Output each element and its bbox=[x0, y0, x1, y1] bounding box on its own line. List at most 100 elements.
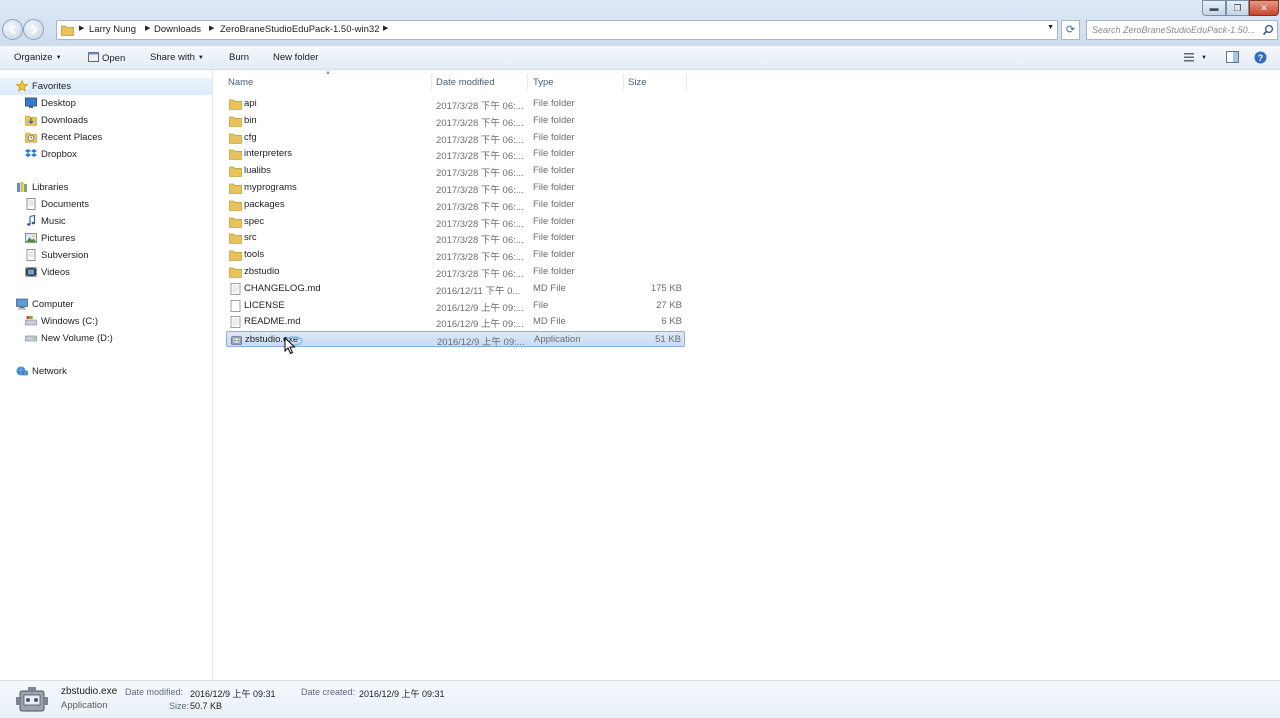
breadcrumb-separator-icon[interactable]: ▶ bbox=[383, 24, 388, 32]
share-with-button[interactable]: Share with ▼ bbox=[150, 52, 204, 63]
file-row[interactable]: bin 2017/3/28 下午 06:... File folder bbox=[226, 113, 685, 129]
search-icon[interactable] bbox=[1262, 24, 1274, 36]
nav-item-downloads[interactable]: Downloads bbox=[0, 112, 212, 129]
details-date-modified-label: Date modified: bbox=[125, 687, 184, 697]
file-row[interactable]: zbstudio 2017/3/28 下午 06:... File folder bbox=[226, 264, 685, 280]
file-name: packages bbox=[244, 198, 285, 210]
nav-item-subversion[interactable]: Subversion bbox=[0, 247, 212, 264]
help-icon[interactable]: ? bbox=[1254, 51, 1267, 64]
breadcrumb-separator-icon[interactable]: ▶ bbox=[79, 24, 84, 32]
file-row[interactable]: myprograms 2017/3/28 下午 06:... File folder bbox=[226, 180, 685, 196]
file-row[interactable]: packages 2017/3/28 下午 06:... File folder bbox=[226, 197, 685, 213]
nav-item-label: Music bbox=[41, 216, 66, 227]
file-date-modified: 2017/3/28 下午 06:... bbox=[436, 218, 524, 230]
column-header-type[interactable]: Type bbox=[533, 77, 554, 88]
nav-item-music[interactable]: Music bbox=[0, 213, 212, 230]
nav-item-drive-d[interactable]: New Volume (D:) bbox=[0, 330, 212, 347]
file-row[interactable]: spec 2017/3/28 下午 06:... File folder bbox=[226, 214, 685, 230]
organize-button[interactable]: Organize ▼ bbox=[14, 52, 62, 63]
file-date-modified: 2016/12/9 上午 09:... bbox=[436, 302, 524, 314]
nav-buttons bbox=[2, 19, 46, 41]
search-input[interactable]: Search ZeroBraneStudioEduPack-1.50... bbox=[1092, 25, 1258, 35]
file-date-modified: 2017/3/28 下午 06:... bbox=[436, 101, 524, 112]
breadcrumb-separator-icon[interactable]: ▶ bbox=[145, 24, 150, 32]
application-icon bbox=[88, 52, 99, 62]
address-bar: ▶ Larry Nung ▶ Downloads ▶ ZeroBraneStud… bbox=[0, 0, 1280, 46]
back-button[interactable] bbox=[2, 19, 23, 40]
breadcrumb[interactable]: ▶ Larry Nung ▶ Downloads ▶ ZeroBraneStud… bbox=[56, 20, 1058, 40]
nav-network[interactable]: Network bbox=[0, 363, 212, 380]
file-type: File folder bbox=[533, 198, 575, 210]
file-row[interactable]: api 2017/3/28 下午 06:... File folder bbox=[226, 96, 685, 112]
file-row[interactable]: cfg 2017/3/28 下午 06:... File folder bbox=[226, 130, 685, 146]
open-button[interactable]: Open bbox=[88, 52, 125, 64]
nav-item-label: Recent Places bbox=[41, 132, 103, 143]
file-type: File folder bbox=[533, 131, 575, 143]
breadcrumb-item-downloads[interactable]: Downloads bbox=[154, 24, 201, 35]
nav-item-label: New Volume (D:) bbox=[41, 333, 113, 344]
nav-favorites[interactable]: Favorites bbox=[0, 78, 212, 95]
forward-button[interactable] bbox=[23, 19, 44, 40]
windows-drive-icon bbox=[25, 316, 37, 326]
organize-label: Organize bbox=[14, 52, 53, 63]
file-name: tools bbox=[244, 249, 265, 261]
file-row[interactable]: src 2017/3/28 下午 06:... File folder bbox=[226, 230, 685, 246]
column-divider[interactable] bbox=[431, 74, 432, 90]
file-row[interactable]: tools 2017/3/28 下午 06:... File folder bbox=[226, 247, 685, 263]
column-divider[interactable] bbox=[686, 74, 687, 90]
refresh-icon: ⟳ bbox=[1065, 24, 1076, 36]
application-large-icon bbox=[16, 687, 48, 712]
view-options-icon[interactable] bbox=[1183, 51, 1195, 63]
folder-icon bbox=[229, 116, 242, 127]
details-file-type: Application bbox=[61, 700, 108, 711]
file-name: README.md bbox=[244, 316, 301, 328]
nav-item-recent-places[interactable]: Recent Places bbox=[0, 129, 212, 146]
file-row[interactable]: CHANGELOG.md 2016/12/11 下午 0... MD File 175… bbox=[226, 281, 685, 297]
address-dropdown-icon[interactable]: ▼ bbox=[1047, 24, 1054, 31]
file-icon bbox=[230, 299, 241, 312]
close-button[interactable]: ✕ bbox=[1249, 0, 1279, 16]
column-divider[interactable] bbox=[623, 74, 624, 90]
libraries-icon bbox=[17, 182, 27, 192]
minimize-icon: ▬ bbox=[1209, 3, 1219, 13]
nav-item-documents[interactable]: Documents bbox=[0, 196, 212, 213]
folder-icon bbox=[229, 267, 242, 278]
refresh-button[interactable]: ⟳ bbox=[1061, 20, 1080, 40]
network-icon bbox=[16, 366, 28, 376]
downloads-folder-icon bbox=[25, 115, 37, 126]
breadcrumb-item-user[interactable]: Larry Nung bbox=[89, 24, 136, 35]
file-name: LICENSE bbox=[244, 299, 285, 311]
nav-item-dropbox[interactable]: Dropbox bbox=[0, 146, 212, 163]
minimize-button[interactable]: ▬ bbox=[1202, 0, 1226, 16]
file-row[interactable]: README.md 2016/12/9 上午 09:... MD File 6 KB bbox=[226, 314, 685, 330]
column-header-size[interactable]: Size bbox=[628, 77, 646, 88]
file-name: lualibs bbox=[244, 165, 271, 177]
file-name: cfg bbox=[244, 131, 257, 143]
preview-pane-icon[interactable] bbox=[1226, 51, 1239, 63]
nav-item-videos[interactable]: Videos bbox=[0, 264, 212, 281]
breadcrumb-item-folder[interactable]: ZeroBraneStudioEduPack-1.50-win32 bbox=[220, 24, 379, 35]
column-header-date[interactable]: Date modified bbox=[436, 77, 495, 88]
desktop-icon bbox=[25, 97, 37, 108]
maximize-button[interactable]: ❐ bbox=[1226, 0, 1249, 16]
nav-item-desktop[interactable]: Desktop bbox=[0, 95, 212, 112]
nav-item-label: Documents bbox=[41, 199, 90, 210]
folder-icon bbox=[229, 250, 242, 261]
view-dropdown-icon[interactable]: ▼ bbox=[1201, 55, 1207, 61]
nav-computer[interactable]: Computer bbox=[0, 296, 212, 313]
folder-icon bbox=[229, 133, 242, 144]
search-box[interactable]: Search ZeroBraneStudioEduPack-1.50... bbox=[1086, 20, 1278, 40]
file-row[interactable]: LICENSE 2016/12/9 上午 09:... File 27 KB bbox=[226, 298, 685, 314]
file-row[interactable]: lualibs 2017/3/28 下午 06:... File folder bbox=[226, 163, 685, 179]
new-folder-button[interactable]: New folder bbox=[273, 52, 318, 63]
file-date-modified: 2016/12/11 下午 0... bbox=[436, 285, 521, 297]
nav-item-pictures[interactable]: Pictures bbox=[0, 230, 212, 247]
burn-button[interactable]: Burn bbox=[229, 52, 249, 63]
nav-item-drive-c[interactable]: Windows (C:) bbox=[0, 313, 212, 330]
breadcrumb-separator-icon[interactable]: ▶ bbox=[209, 24, 214, 32]
svg-text:?: ? bbox=[1258, 53, 1264, 63]
nav-libraries[interactable]: Libraries bbox=[0, 179, 212, 196]
column-divider[interactable] bbox=[527, 74, 528, 90]
column-header-name[interactable]: Name bbox=[228, 77, 253, 88]
file-row[interactable]: interpreters 2017/3/28 下午 06:... File fold… bbox=[226, 146, 685, 162]
